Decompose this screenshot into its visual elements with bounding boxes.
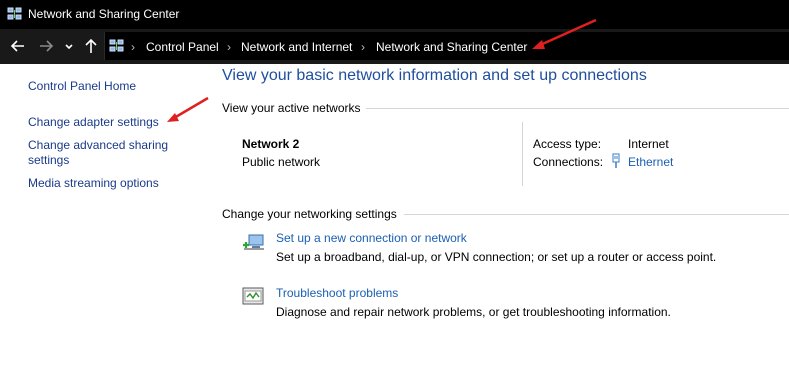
navigation-bar: › Control Panel › Network and Internet ›… bbox=[0, 29, 789, 64]
breadcrumb-network-and-sharing-center[interactable]: Network and Sharing Center bbox=[376, 40, 527, 54]
troubleshoot-problems-link[interactable]: Troubleshoot problems bbox=[276, 286, 398, 300]
setup-new-connection-link[interactable]: Set up a new connection or network bbox=[276, 231, 467, 245]
back-arrow-icon[interactable] bbox=[9, 37, 27, 55]
new-connection-icon bbox=[243, 234, 264, 250]
chevron-down-icon[interactable] bbox=[63, 37, 75, 55]
sidebar-item-control-panel-home[interactable]: Control Panel Home bbox=[28, 79, 136, 94]
page-title: View your basic network information and … bbox=[222, 67, 647, 84]
breadcrumb-separator-icon[interactable]: › bbox=[227, 40, 231, 54]
sidebar-item-change-adapter-settings[interactable]: Change adapter settings bbox=[28, 115, 159, 130]
ethernet-icon bbox=[612, 153, 620, 168]
forward-arrow-icon[interactable] bbox=[37, 37, 55, 55]
network-name: Network 2 bbox=[242, 137, 300, 151]
active-networks-label: View your active networks bbox=[222, 101, 361, 115]
connections-label: Connections: bbox=[533, 155, 604, 169]
up-arrow-icon[interactable] bbox=[82, 37, 100, 55]
annotation-arrow-icon bbox=[167, 96, 209, 122]
divider bbox=[522, 122, 523, 186]
breadcrumb-separator-icon[interactable]: › bbox=[131, 40, 135, 54]
ethernet-link[interactable]: Ethernet bbox=[628, 155, 673, 169]
breadcrumb-network-and-internet[interactable]: Network and Internet bbox=[241, 40, 352, 54]
window-title: Network and Sharing Center bbox=[28, 7, 180, 21]
access-type-value: Internet bbox=[628, 137, 669, 151]
setup-new-connection-description: Set up a broadband, dial-up, or VPN conn… bbox=[276, 250, 717, 264]
troubleshoot-icon bbox=[242, 287, 264, 305]
sidebar-item-media-streaming-options[interactable]: Media streaming options bbox=[28, 176, 159, 191]
sidebar-item-change-advanced-sharing-settings[interactable]: Change advanced sharing settings bbox=[28, 138, 193, 168]
network-type-link[interactable]: Public network bbox=[242, 155, 320, 169]
breadcrumb-control-panel[interactable]: Control Panel bbox=[146, 40, 219, 54]
annotation-arrow-icon bbox=[532, 18, 597, 49]
title-bar: Network and Sharing Center bbox=[0, 0, 789, 29]
network-center-icon bbox=[7, 7, 22, 20]
troubleshoot-problems-description: Diagnose and repair network problems, or… bbox=[276, 305, 671, 319]
network-center-icon bbox=[109, 39, 124, 52]
address-bar[interactable]: › Control Panel › Network and Internet ›… bbox=[104, 32, 789, 60]
divider bbox=[404, 214, 789, 215]
breadcrumb-separator-icon[interactable]: › bbox=[361, 40, 365, 54]
networking-settings-label: Change your networking settings bbox=[222, 207, 397, 221]
access-type-label: Access type: bbox=[533, 137, 602, 151]
divider bbox=[366, 108, 789, 109]
